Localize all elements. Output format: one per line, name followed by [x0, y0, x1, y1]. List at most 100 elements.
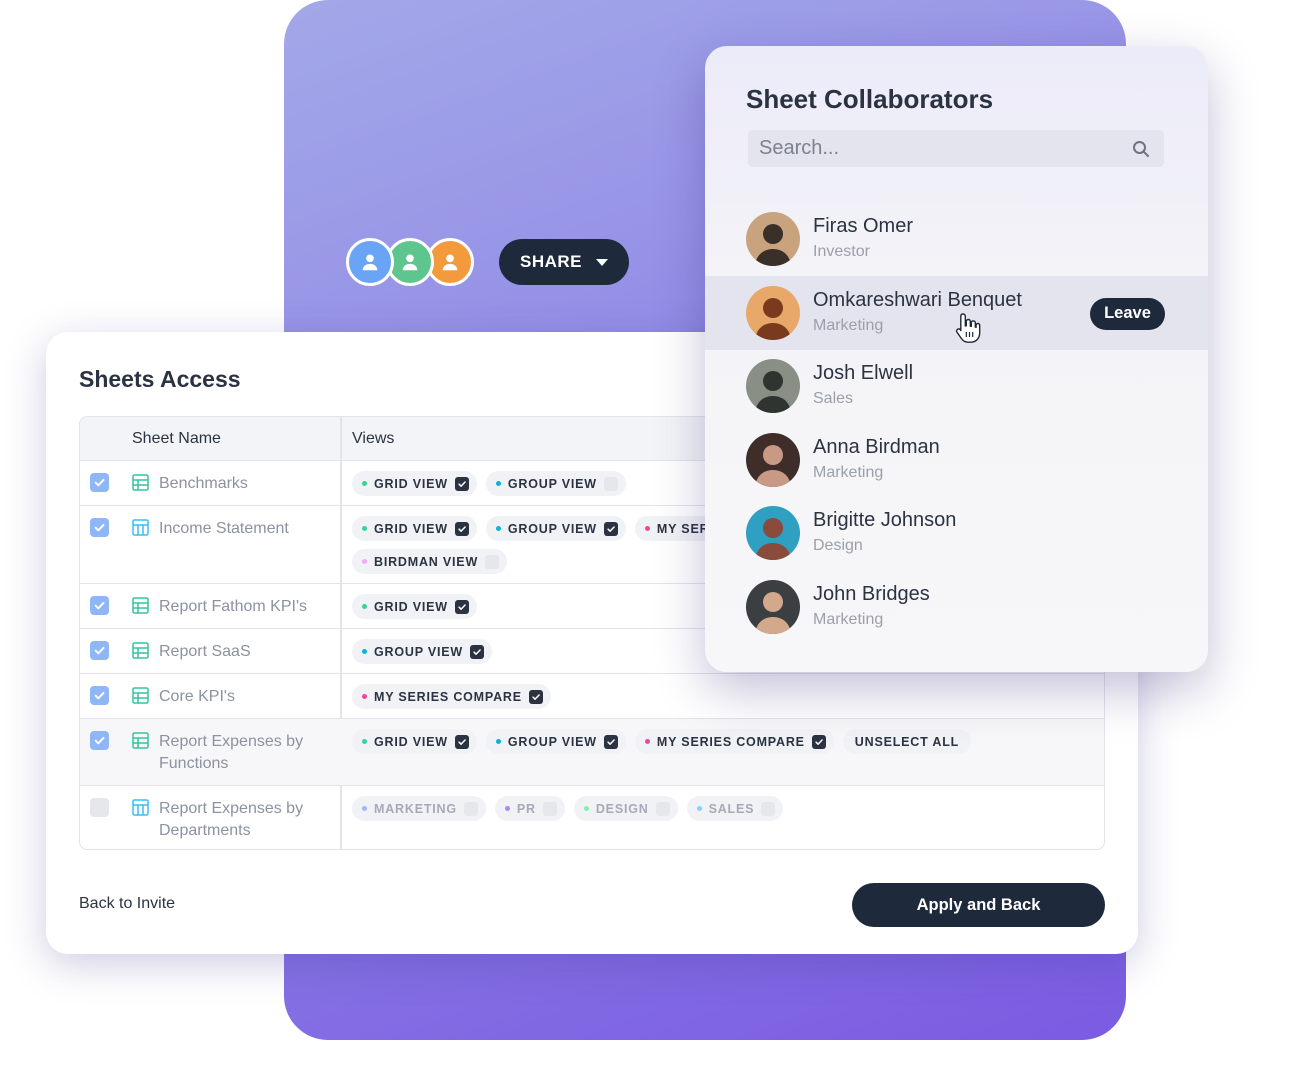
status-dot-icon: [495, 481, 501, 486]
leave-button[interactable]: Leave: [1090, 297, 1165, 330]
view-chip[interactable]: PR: [494, 796, 565, 821]
collaborator-row[interactable]: Anna Birdman Marketing: [705, 423, 1208, 497]
sheet-collaborators-panel: Sheet Collaborators Firas Omer Investor Om…: [705, 46, 1208, 672]
collaborator-row[interactable]: Brigitte Johnson Design: [705, 496, 1208, 570]
checked-box-icon[interactable]: [470, 644, 485, 659]
view-chip[interactable]: MY SERIES COMPARE: [352, 684, 551, 709]
view-chip-label: GRID VIEW: [374, 476, 448, 491]
row-checkbox[interactable]: [90, 518, 109, 537]
row-checkbox[interactable]: [90, 473, 109, 492]
unselect-all-button[interactable]: UNSELECT ALL: [842, 729, 972, 754]
view-chip-label: GROUP VIEW: [507, 476, 597, 491]
checked-box-icon[interactable]: [454, 599, 469, 614]
collaborator-row[interactable]: Omkareshwari Benquet Marketing Leave: [705, 275, 1208, 350]
sheet-icon: [132, 732, 149, 749]
view-chip-label: DESIGN: [595, 801, 649, 816]
view-chip-label: SALES: [708, 801, 755, 816]
view-chips: GRID VIEW GROUP VIEW MY SERIES COMPARE UNSE…: [352, 729, 1094, 754]
row-checkbox[interactable]: [90, 731, 109, 750]
status-dot-icon: [495, 739, 501, 744]
view-chip-label: GRID VIEW: [374, 599, 448, 614]
row-checkbox[interactable]: [90, 596, 109, 615]
status-dot-icon: [362, 526, 367, 531]
view-chip[interactable]: BIRDMAN VIEW: [352, 549, 508, 574]
checked-box-icon[interactable]: [603, 521, 618, 536]
collaborator-name: John Bridges: [813, 582, 930, 605]
hand-cursor-icon: [955, 312, 981, 344]
view-chip-label: GRID VIEW: [374, 521, 448, 536]
unchecked-box-icon[interactable]: [485, 554, 500, 569]
status-dot-icon: [644, 526, 650, 531]
unchecked-box-icon[interactable]: [603, 476, 618, 491]
view-chip-label: BIRDMAN VIEW: [374, 554, 479, 569]
status-dot-icon: [362, 739, 367, 744]
view-chip[interactable]: DESIGN: [573, 796, 678, 821]
avatar: [746, 506, 800, 560]
view-chip[interactable]: GROUP VIEW: [485, 471, 626, 496]
checked-box-icon[interactable]: [528, 689, 543, 704]
view-chip[interactable]: GROUP VIEW: [352, 639, 493, 664]
row-checkbox[interactable]: [90, 686, 109, 705]
collaborator-role: Marketing: [813, 316, 884, 334]
view-chip[interactable]: MY SERIES COMPARE: [634, 729, 834, 754]
status-dot-icon: [495, 526, 501, 531]
column-header-sheet-name: Sheet Name: [132, 430, 221, 447]
row-checkbox[interactable]: [90, 798, 109, 817]
row-checkbox[interactable]: [90, 641, 109, 660]
unchecked-box-icon[interactable]: [761, 801, 776, 816]
sheet-name: Benchmarks: [159, 475, 248, 492]
back-to-invite-link[interactable]: Back to Invite: [79, 895, 175, 913]
sheet-name: Report Expenses by Departments: [159, 800, 304, 839]
checked-box-icon[interactable]: [811, 734, 826, 749]
view-chip-label: MARKETING: [374, 801, 457, 816]
view-chip[interactable]: GRID VIEW: [352, 471, 477, 496]
column-header-views: Views: [352, 430, 395, 447]
collaborator-name: Josh Elwell: [813, 362, 914, 384]
view-chip[interactable]: GRID VIEW: [352, 594, 477, 619]
avatar: [746, 432, 800, 487]
view-chip-label: MY SERIES COMPARE: [374, 689, 522, 704]
view-chip[interactable]: GRID VIEW: [352, 729, 477, 754]
sheet-icon: [132, 687, 149, 704]
search-input[interactable]: [748, 137, 1132, 160]
checked-box-icon[interactable]: [454, 476, 469, 491]
unchecked-box-icon[interactable]: [655, 801, 670, 816]
sheet-icon: [132, 642, 149, 659]
status-dot-icon: [362, 694, 367, 699]
checked-box-icon[interactable]: [454, 734, 469, 749]
view-chip-label: GRID VIEW: [374, 734, 448, 749]
apply-and-back-button[interactable]: Apply and Back: [852, 883, 1105, 927]
view-chip[interactable]: GROUP VIEW: [485, 516, 626, 541]
status-dot-icon: [362, 559, 367, 564]
view-chip-label: GROUP VIEW: [374, 644, 464, 659]
search-icon[interactable]: [1132, 140, 1150, 158]
status-dot-icon: [362, 649, 367, 654]
unchecked-box-icon[interactable]: [463, 801, 478, 816]
collaborator-name: Firas Omer: [813, 215, 913, 237]
collaborator-name: Anna Birdman: [813, 435, 940, 458]
status-dot-icon: [504, 806, 510, 811]
status-dot-icon: [362, 806, 367, 811]
table-row: Report Expenses by Departments MARKETING P…: [80, 786, 1104, 849]
checked-box-icon[interactable]: [454, 521, 469, 536]
avatar: [746, 212, 800, 266]
view-chip-label: MY SERIES COMPARE: [656, 734, 805, 749]
sheet-icon: [132, 597, 149, 614]
sheet-name: Income Statement: [159, 520, 289, 537]
collaborator-row[interactable]: Firas Omer Investor: [705, 202, 1208, 276]
checked-box-icon[interactable]: [603, 734, 618, 749]
status-dot-icon: [583, 806, 589, 811]
collaborator-row[interactable]: Josh Elwell Sales: [705, 349, 1208, 423]
view-chip-label: GROUP VIEW: [507, 734, 597, 749]
unchecked-box-icon[interactable]: [542, 801, 557, 816]
table-row: Core KPI's MY SERIES COMPARE: [80, 674, 1104, 719]
view-chip[interactable]: MARKETING: [352, 796, 486, 821]
collaborator-avatar-stack[interactable]: [346, 238, 476, 286]
view-chip[interactable]: GRID VIEW: [352, 516, 477, 541]
view-chip[interactable]: GROUP VIEW: [485, 729, 626, 754]
share-button[interactable]: SHARE: [499, 239, 629, 285]
status-dot-icon: [362, 481, 367, 486]
collaborator-role: Sales: [813, 390, 854, 407]
collaborator-row[interactable]: John Bridges Marketing: [705, 570, 1208, 644]
view-chip[interactable]: SALES: [686, 796, 784, 821]
